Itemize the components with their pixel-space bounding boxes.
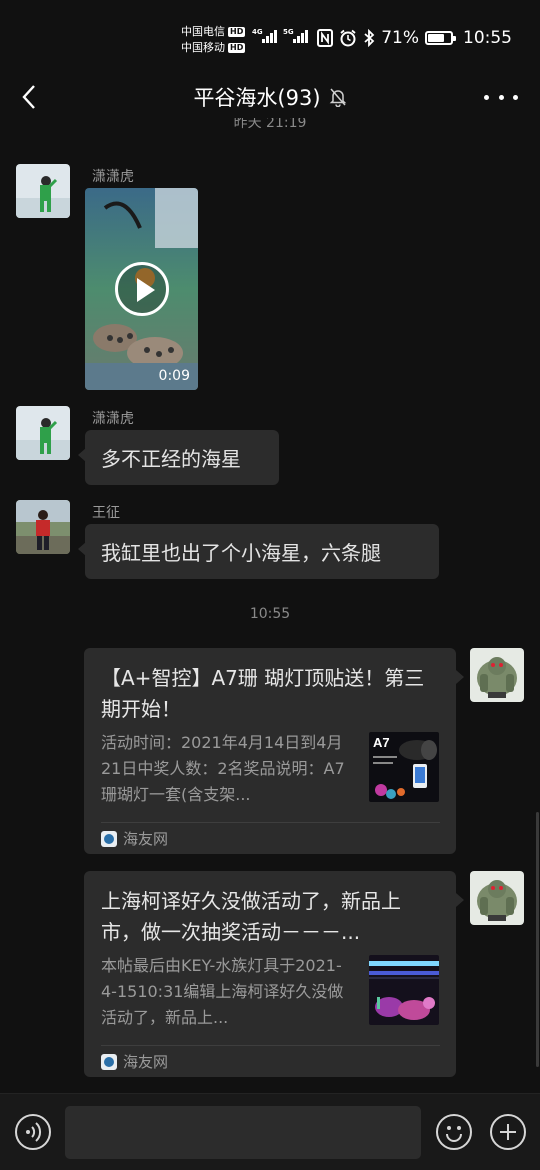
- thumb-label: A7: [373, 735, 390, 750]
- message-input[interactable]: [65, 1106, 421, 1159]
- emoji-icon: [446, 1126, 462, 1142]
- video-message[interactable]: 0:09: [85, 188, 198, 390]
- haiyou-logo-icon: [101, 830, 117, 847]
- text-message-bubble[interactable]: 多不正经的海星: [78, 430, 279, 485]
- play-icon[interactable]: [115, 262, 169, 316]
- chat-header: 平谷海水(93): [0, 72, 540, 122]
- card-title: 【A+智控】A7珊 瑚灯顶贴送！第三期开始！: [101, 666, 425, 721]
- card-divider: [101, 822, 440, 823]
- bluetooth-icon: [364, 29, 375, 47]
- message-text: 多不正经的海星: [101, 447, 241, 471]
- carrier-2: 中国移动: [181, 41, 225, 54]
- sender-name: 潇潇虎: [92, 411, 134, 427]
- bell-off-icon: [329, 88, 346, 107]
- card-thumbnail: A7: [369, 732, 439, 802]
- status-bar: 中国电信 HD 中国移动 HD 4G 5G 71% 10:55: [0, 0, 540, 72]
- carrier-info: 中国电信 HD 中国移动 HD: [181, 24, 246, 56]
- message-text: 我缸里也出了个小海星，六条腿: [101, 541, 381, 565]
- signal-indicators: 4G 5G: [252, 28, 308, 43]
- card-title: 上海柯译好久没做活动了，新品上市，做一次抽奖活动－－－...: [101, 889, 401, 944]
- scrollbar[interactable]: [536, 812, 539, 1067]
- avatar-wangzheng[interactable]: [16, 500, 70, 554]
- nfc-icon: [317, 29, 334, 47]
- card-description: 本帖最后由KEY-水族灯具于2021-4-1510:31编辑上海柯译好久没做活动…: [101, 956, 344, 1027]
- avatar-self[interactable]: [470, 871, 524, 925]
- avatar-xiaoxiaohu[interactable]: [16, 164, 70, 218]
- link-card[interactable]: 上海柯译好久没做活动了，新品上市，做一次抽奖活动－－－... 本帖最后由KEY-…: [84, 871, 464, 1077]
- more-button[interactable]: [484, 86, 518, 108]
- battery-icon: [425, 31, 456, 45]
- timestamp-partial: 昨天 21:19: [233, 118, 307, 131]
- card-source: 海友网: [101, 828, 168, 849]
- battery-percent: 71%: [381, 28, 419, 48]
- alarm-icon: [340, 29, 356, 47]
- status-right: 71% 10:55: [317, 28, 512, 48]
- input-bar: [0, 1093, 540, 1170]
- video-duration: 0:09: [158, 368, 190, 384]
- clock: 10:55: [463, 28, 512, 48]
- card-divider: [101, 1045, 440, 1046]
- hd-badge: HD: [228, 43, 246, 53]
- timestamp: 10:55: [249, 606, 291, 622]
- chat-title-group: 平谷海水(93): [0, 82, 540, 112]
- more-dot: [498, 94, 504, 100]
- add-button[interactable]: [490, 1114, 526, 1150]
- avatar-self[interactable]: [470, 648, 524, 702]
- text-message-bubble[interactable]: 我缸里也出了个小海星，六条腿: [78, 524, 439, 579]
- voice-icon: [26, 1122, 42, 1142]
- card-thumbnail: [369, 955, 439, 1025]
- emoji-button[interactable]: [436, 1114, 472, 1150]
- hd-badge: HD: [228, 27, 246, 37]
- card-description: 活动时间：2021年4月14日到4月21日中奖人数：2名奖品说明：A7珊瑚灯一套…: [101, 733, 345, 804]
- source-name: 海友网: [123, 830, 169, 848]
- carrier-1: 中国电信: [181, 25, 225, 38]
- sender-name: 王征: [92, 505, 120, 521]
- link-card[interactable]: 【A+智控】A7珊 瑚灯顶贴送！第三期开始！ 活动时间：2021年4月14日到4…: [84, 648, 464, 854]
- avatar-xiaoxiaohu[interactable]: [16, 406, 70, 460]
- source-name: 海友网: [123, 1053, 169, 1071]
- signal-5g-icon: 5G: [283, 28, 308, 43]
- chat-title: 平谷海水(93): [193, 86, 321, 110]
- haiyou-logo-icon: [101, 1053, 117, 1070]
- signal-4g-icon: 4G: [252, 28, 277, 43]
- card-source: 海友网: [101, 1051, 168, 1072]
- battery-fill: [428, 34, 444, 42]
- sender-name: 潇潇虎: [92, 169, 134, 185]
- more-dot: [484, 94, 489, 100]
- more-dot: [513, 94, 518, 100]
- voice-button[interactable]: [15, 1114, 51, 1150]
